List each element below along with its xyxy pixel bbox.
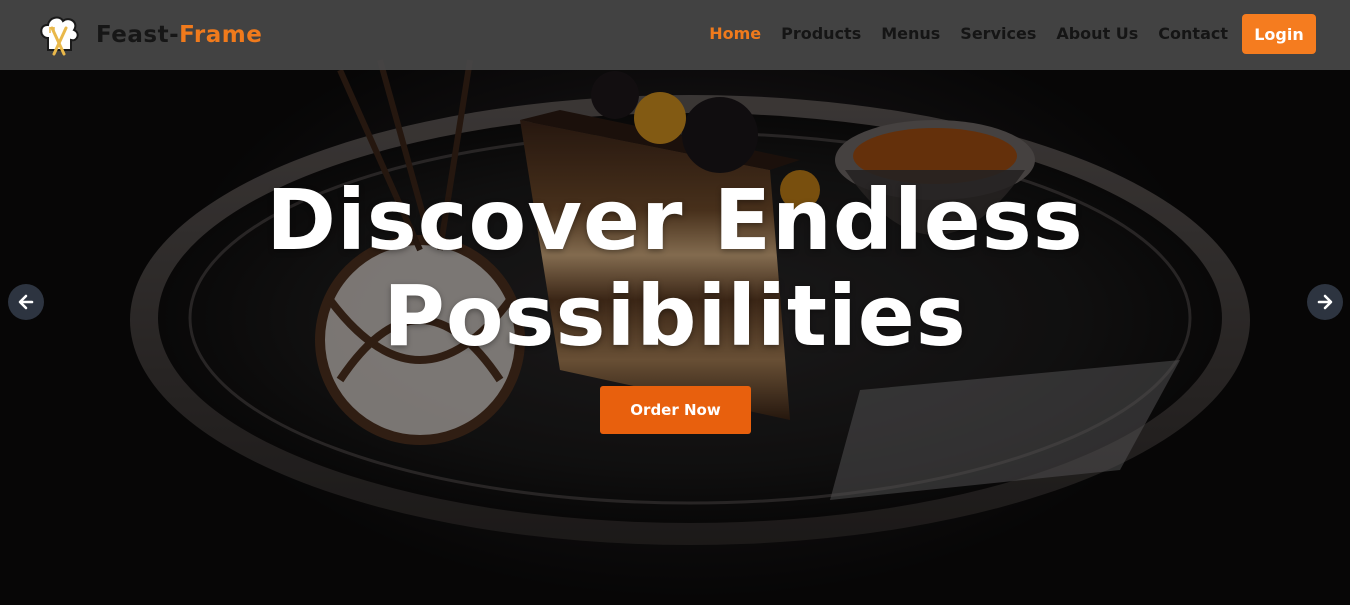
order-now-button[interactable]: Order Now xyxy=(600,386,751,434)
carousel-prev-button[interactable] xyxy=(8,284,44,320)
brand-name-part1: Feast- xyxy=(96,22,180,48)
top-navbar: Feast-Frame Home Products Menus Services… xyxy=(0,0,1350,70)
nav-item-products[interactable]: Products xyxy=(781,14,861,54)
arrow-left-icon xyxy=(18,294,34,310)
carousel-next-button[interactable] xyxy=(1307,284,1343,320)
brand-name-part2: Frame xyxy=(179,22,263,48)
arrow-right-icon xyxy=(1317,294,1333,310)
login-button[interactable]: Login xyxy=(1242,14,1316,54)
main-nav: Home Products Menus Services About Us Co… xyxy=(689,14,1316,54)
brand-name: Feast-Frame xyxy=(96,22,262,48)
hero-headline-line1: Discover Endless xyxy=(266,171,1084,269)
hero-headline: Discover Endless Possibilities xyxy=(0,172,1350,364)
nav-item-contact[interactable]: Contact xyxy=(1158,14,1228,54)
brand[interactable]: Feast-Frame xyxy=(36,14,262,56)
hero-carousel: Feast-Frame Home Products Menus Services… xyxy=(0,0,1350,605)
hero-headline-line2: Possibilities xyxy=(383,267,967,365)
nav-item-services[interactable]: Services xyxy=(960,14,1036,54)
nav-item-about-us[interactable]: About Us xyxy=(1056,14,1138,54)
chef-hat-utensils-icon xyxy=(40,16,79,56)
nav-item-home[interactable]: Home xyxy=(709,14,761,54)
nav-item-menus[interactable]: Menus xyxy=(881,14,940,54)
